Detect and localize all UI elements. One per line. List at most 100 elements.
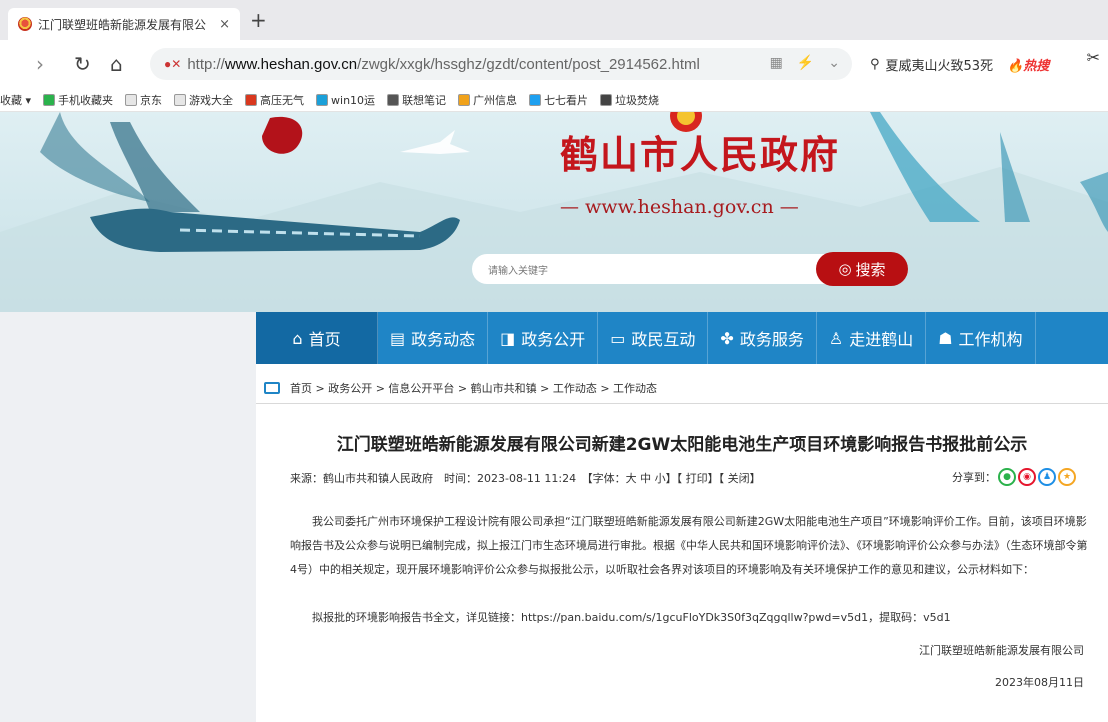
nav-item[interactable]: ▤ 政务动态 (378, 312, 489, 364)
monitor-icon (264, 382, 280, 394)
scissors-icon[interactable]: ✂ (1087, 48, 1100, 67)
bookmark-item[interactable]: 高压无气 (245, 92, 304, 108)
nav-item[interactable]: ✤ 政务服务 (708, 312, 817, 364)
chevron-down-icon[interactable]: ⌄ (828, 54, 840, 71)
bookmark-item[interactable]: 七七看片 (529, 92, 588, 108)
bookmark-item[interactable]: 广州信息 (458, 92, 517, 108)
bookmark-label: 收藏 ▾ (0, 93, 32, 107)
wechat-share-icon[interactable]: ● (998, 468, 1016, 486)
url-path: /zwgk/xxgk/hssghz/gzdt/content/post_2914… (357, 55, 700, 73)
site-url-text: — www.heshan.gov.cn — (560, 196, 799, 218)
site-title: 鹤山市人民政府 (560, 132, 841, 177)
nav-item[interactable]: ♙ 走进鹤山 (817, 312, 927, 364)
nav-icon: ▭ (610, 328, 626, 348)
article-paragraph: 我公司委托广州市环境保护工程设计院有限公司承担“江门联塑班皓新能源发展有限公司新… (290, 515, 1088, 576)
nav-icon: ◨ (500, 328, 516, 348)
bookmark-item[interactable]: 游戏大全 (174, 92, 233, 108)
search-icon: ◎ (838, 260, 852, 278)
new-tab-button[interactable]: + (250, 10, 267, 30)
browser-tabbar: 江门联塑班皓新能源发展有限公 × + (0, 0, 1108, 40)
nav-icon: ⌂ (292, 328, 303, 348)
forward-icon[interactable]: › (36, 52, 44, 76)
nav-item[interactable]: ◨ 政务公开 (488, 312, 599, 364)
hot-search-label: 热搜 (1023, 58, 1050, 74)
home-icon[interactable]: ⌂ (110, 52, 123, 76)
bookmark-label: 七七看片 (544, 93, 589, 107)
nav-icon: ☗ (938, 328, 953, 348)
bookmark-icon (387, 93, 400, 106)
bookmark-icon (174, 93, 187, 106)
browser-toolbar: › ↻ ⌂ ●✕ http://www.heshan.gov.cn/zwgk/x… (0, 40, 1108, 88)
bookmark-label: 垃圾焚烧 (615, 93, 660, 107)
bookmark-label: 游戏大全 (189, 93, 234, 107)
reload-icon[interactable]: ↻ (74, 52, 91, 76)
bookmark-icon (458, 93, 471, 106)
bookmarks-bar: 收藏 ▾ 手机收藏夹 京东 游戏大全 高压无气 win10运 联想笔记 广州信息 七七看片 垃圾焚… (0, 88, 1108, 112)
web-page: 鹤山市人民政府 — www.heshan.gov.cn — 请输入关键字 ◎ 搜… (0, 112, 1108, 722)
nav-label: 政民互动 (631, 330, 696, 349)
publish-date: 2023年08月11日 (995, 676, 1084, 689)
qzone-share-icon[interactable]: ★ (1058, 468, 1076, 486)
left-gutter (0, 312, 256, 722)
bookmark-item[interactable]: 联想笔记 (387, 92, 446, 108)
article-meta: 来源：鹤山市共和镇人民政府 时间：2023-08-11 11:24 【字体：大 … (290, 472, 761, 485)
bookmark-label: 高压无气 (260, 93, 305, 107)
nav-icon: ▤ (390, 328, 406, 348)
report-link-line[interactable]: 拟报批的环境影响报告书全文，详见链接：https://pan.baidu.com… (290, 608, 1090, 628)
hot-search-badge[interactable]: 🔥热搜 (1007, 55, 1049, 74)
nav-label: 政务服务 (739, 330, 804, 349)
nav-label: 工作机构 (958, 330, 1023, 349)
bookmark-label: 广州信息 (473, 93, 518, 107)
bookmark-icon (125, 93, 138, 106)
site-banner: 鹤山市人民政府 — www.heshan.gov.cn — 请输入关键字 ◎ 搜… (0, 112, 1108, 312)
nav-icon: ♙ (828, 328, 844, 348)
url-prefix: http:// (187, 55, 225, 73)
bookmark-label: 京东 (140, 93, 163, 107)
nav-label: 首页 (308, 330, 341, 349)
nav-item[interactable]: ☗ 工作机构 (926, 312, 1036, 364)
browser-search-box[interactable]: ⚲ 夏威夷山火致53死 🔥热搜 (862, 48, 1108, 80)
nav-label: 政务公开 (521, 330, 586, 349)
bookmark-item[interactable]: 手机收藏夹 (43, 92, 113, 108)
bookmark-label: 联想笔记 (402, 93, 447, 107)
search-icon: ⚲ (870, 56, 880, 72)
bookmark-icon (245, 93, 258, 106)
bookmark-item[interactable]: win10运 (316, 92, 375, 108)
insecure-connection-icon[interactable]: ●✕ (164, 57, 181, 71)
company-signature: 江门联塑班皓新能源发展有限公司 (919, 644, 1084, 657)
address-bar[interactable]: ●✕ http://www.heshan.gov.cn/zwgk/xxgk/hs… (150, 48, 852, 80)
breadcrumb-path[interactable]: 首页 > 政务公开 > 信息公开平台 > 鹤山市共和镇 > 工作动态 > 工作动… (290, 380, 657, 396)
nav-icon: ✤ (720, 328, 734, 348)
share-bar: 分享到： ● ◉ ♟ ★ (952, 468, 1076, 486)
weibo-share-icon[interactable]: ◉ (1018, 468, 1036, 486)
bookmark-label: 手机收藏夹 (58, 93, 114, 107)
nav-label: 走进鹤山 (849, 330, 914, 349)
main-navigation: ⌂ 首页 ▤ 政务动态 ◨ 政务公开 ▭ 政民互动 ✤ 政务服务 ♙ 走进鹤山 ☗ 工作机构 (256, 312, 1108, 364)
bookmark-icon (316, 93, 329, 106)
bookmark-item[interactable]: 京东 (125, 92, 162, 108)
nav-item[interactable]: ▭ 政民互动 (598, 312, 709, 364)
bookmark-icon (43, 93, 56, 106)
bookmark-item[interactable]: 收藏 ▾ (0, 92, 31, 108)
share-label: 分享到： (952, 471, 996, 484)
search-suggestion: 夏威夷山火致53死 (885, 58, 994, 74)
bookmark-item[interactable]: 垃圾焚烧 (600, 92, 659, 108)
url-domain: www.heshan.gov.cn (224, 55, 358, 73)
bookmark-icon (600, 93, 613, 106)
browser-tab[interactable]: 江门联塑班皓新能源发展有限公 × (8, 8, 240, 40)
breadcrumb: 首页 > 政务公开 > 信息公开平台 > 鹤山市共和镇 > 工作动态 > 工作动… (264, 380, 657, 396)
article-title: 江门联塑班皓新能源发展有限公司新建2GW太阳能电池生产项目环境影响报告书报批前公… (336, 435, 1028, 455)
lightning-icon[interactable]: ⚡ (797, 54, 814, 71)
qr-code-icon[interactable]: ▦ (770, 54, 783, 71)
nav-item[interactable]: ⌂ 首页 (256, 312, 378, 364)
breadcrumb-divider (256, 403, 1108, 404)
bookmark-label: win10运 (331, 93, 376, 107)
site-favicon-icon (18, 17, 32, 31)
qq-share-icon[interactable]: ♟ (1038, 468, 1056, 486)
close-tab-icon[interactable]: × (219, 17, 230, 32)
bookmark-icon (529, 93, 542, 106)
nav-label: 政务动态 (411, 330, 476, 349)
site-search-button[interactable]: ◎ 搜索 (816, 252, 908, 286)
tab-title: 江门联塑班皓新能源发展有限公 (38, 17, 207, 32)
site-search-button-label: 搜索 (855, 260, 886, 279)
